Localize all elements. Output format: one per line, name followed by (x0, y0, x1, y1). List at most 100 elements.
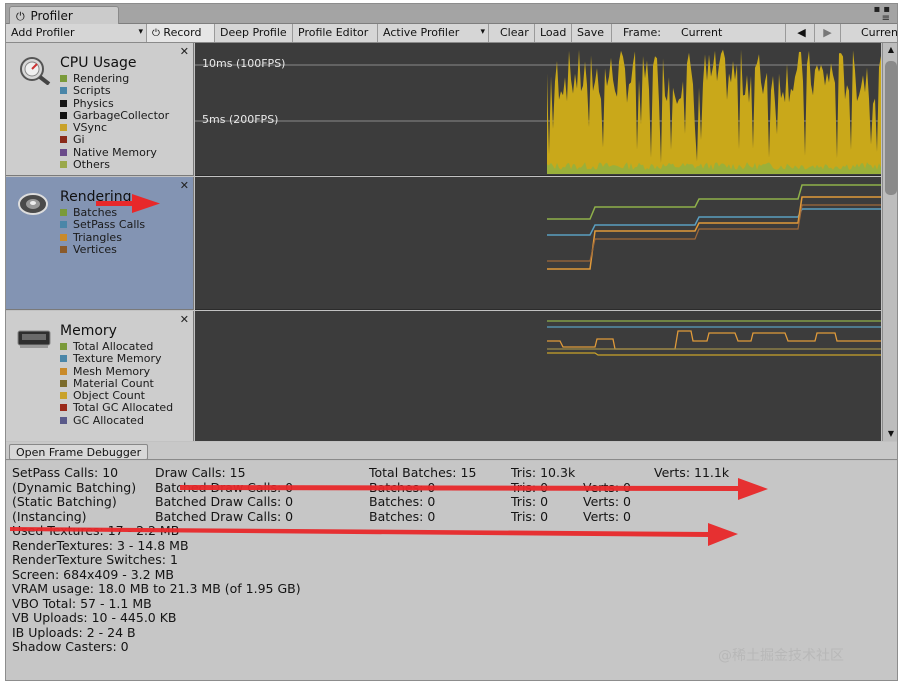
deep-profile-label: Deep Profile (220, 26, 287, 39)
legend-swatch (60, 392, 67, 400)
legend-swatch (60, 343, 67, 350)
active-profiler-dropdown[interactable]: Active Profiler (378, 24, 489, 42)
stat-verts: Verts: 11.1k (654, 465, 730, 480)
cpu-usage-area (547, 49, 881, 174)
stat-line: IB Uploads: 2 - 24 B (12, 624, 136, 640)
cpu-usage-icon (16, 55, 52, 88)
legend-swatch (60, 233, 67, 241)
cpu-usage-title: CPU Usage (60, 55, 137, 71)
current-frame-label: Current (861, 26, 898, 39)
rendering-panel-label[interactable]: Rendering ✕ Batches SetPass Calls Triang… (6, 177, 194, 310)
legend-swatch (60, 416, 67, 424)
cpu-usage-panel-label[interactable]: CPU Usage ✕ Rendering Scripts Physics Ga… (6, 43, 194, 176)
legend-label: Rendering (73, 72, 130, 85)
next-frame-button[interactable]: ▶ (815, 24, 841, 42)
series-line-batches (547, 184, 881, 220)
legend-label: Vertices (73, 242, 117, 256)
memory-icon (16, 327, 52, 354)
legend-label: VSync (73, 121, 108, 135)
legend-label: SetPass Calls (73, 218, 146, 232)
current-frame-button[interactable]: Current (856, 24, 898, 42)
legend-label: GC Allocated (73, 413, 144, 427)
frame-value-text: Current (681, 26, 723, 39)
details-toolbar: Open Frame Debugger (6, 442, 897, 460)
legend-swatch (60, 99, 67, 107)
legend-label: Total Allocated (73, 340, 154, 353)
save-button[interactable]: Save (572, 24, 612, 42)
stat-line: Shadow Casters: 0 (12, 639, 129, 654)
stat-tris: Tris: 0 (511, 508, 549, 524)
stat-setpass: SetPass Calls: 10 (12, 465, 119, 480)
memory-chart[interactable] (195, 311, 881, 441)
open-frame-debugger-button[interactable]: Open Frame Debugger (9, 444, 149, 460)
frame-label: Frame: (618, 24, 673, 42)
legend-swatch (60, 209, 67, 216)
power-icon: ⏻ (16, 10, 25, 23)
chevron-left-icon: ◀ (797, 26, 806, 39)
record-icon: ⏻ (152, 28, 160, 39)
legend-swatch (60, 245, 67, 253)
legend-label: Triangles (73, 230, 122, 244)
add-profiler-label: Add Profiler (11, 26, 75, 39)
legend-item[interactable]: Others (60, 159, 169, 171)
rendering-graph (547, 184, 881, 270)
legend-swatch (60, 379, 67, 387)
legend-swatch (60, 124, 67, 132)
window-controls[interactable]: ▪▪ ≡ (873, 5, 893, 24)
record-toggle[interactable]: ⏻ Record (147, 24, 215, 42)
profiler-window: ⏻ Profiler ▪▪ ≡ Add Profiler ⏻ Record De… (5, 3, 898, 681)
legend-item[interactable]: GC Allocated (60, 413, 173, 427)
stat-batches: Batches: 0 (369, 508, 436, 524)
watermark: @稀土掘金技术社区 (718, 648, 844, 664)
close-icon[interactable]: ✕ (180, 313, 189, 326)
legend-label: Texture Memory (73, 352, 162, 366)
legend-swatch (60, 148, 67, 156)
legend-label: Native Memory (73, 145, 157, 159)
rendering-chart[interactable] (195, 177, 881, 310)
legend-swatch (60, 111, 67, 119)
cpu-legend: Rendering Scripts Physics GarbageCollect… (60, 73, 169, 171)
menu-icon[interactable]: ≡ (873, 14, 893, 24)
stat-line: Used Textures: 17 - 2.2 MB (12, 523, 180, 538)
memory-title: Memory (60, 323, 117, 339)
profile-editor-toggle[interactable]: Profile Editor (293, 24, 378, 42)
legend-label: Gi (73, 133, 85, 147)
legend-swatch (60, 367, 67, 375)
legend-item[interactable]: Vertices (60, 242, 145, 256)
stat-static-batching: (Static Batching) (12, 494, 117, 509)
load-button[interactable]: Load (535, 24, 572, 42)
legend-swatch (60, 136, 67, 144)
stat-dynamic-batching: (Dynamic Batching) (12, 479, 137, 495)
close-icon[interactable]: ✕ (180, 179, 189, 192)
cpu-bars (547, 49, 881, 174)
legend-label: Physics (73, 96, 114, 110)
series-line-object-count (547, 352, 881, 356)
legend-label: Others (73, 158, 110, 172)
tab-bar: ⏻ Profiler ▪▪ ≡ (6, 4, 897, 25)
stat-draw-calls: Draw Calls: 15 (155, 465, 246, 480)
close-icon[interactable]: ✕ (180, 45, 189, 58)
scroll-down-icon[interactable]: ▼ (883, 427, 897, 441)
profiler-tab-label: Profiler (30, 9, 73, 23)
graph-scrollbar[interactable]: ▲ ▼ (882, 43, 897, 441)
add-profiler-dropdown[interactable]: Add Profiler (6, 24, 147, 42)
memory-panel-label[interactable]: Memory ✕ Total Allocated Texture Memory … (6, 311, 194, 441)
stat-tris: Tris: 0 (511, 479, 549, 495)
profiler-tab[interactable]: ⏻ Profiler (9, 6, 119, 25)
fps-label-5ms: 5ms (200FPS) (202, 113, 279, 126)
legend-label: Mesh Memory (73, 364, 151, 378)
scroll-up-icon[interactable]: ▲ (883, 43, 897, 57)
stat-tris: Tris: 10.3k (511, 465, 576, 480)
clear-button[interactable]: Clear (495, 24, 535, 42)
chevron-right-icon: ▶ (823, 26, 832, 39)
prev-frame-button[interactable]: ◀ (789, 24, 815, 42)
stat-line: Screen: 684x409 - 3.2 MB (12, 566, 174, 582)
cpu-usage-chart[interactable]: 10ms (100FPS) 5ms (200FPS) (195, 43, 881, 176)
stat-batches: Batches: 0 (369, 479, 436, 495)
legend-label: Batches (73, 206, 118, 219)
rendering-title: Rendering (60, 189, 132, 205)
deep-profile-toggle[interactable]: Deep Profile (215, 24, 293, 42)
legend-swatch (60, 87, 67, 95)
series-line-vertices (547, 204, 881, 262)
scrollbar-thumb[interactable] (885, 61, 897, 195)
